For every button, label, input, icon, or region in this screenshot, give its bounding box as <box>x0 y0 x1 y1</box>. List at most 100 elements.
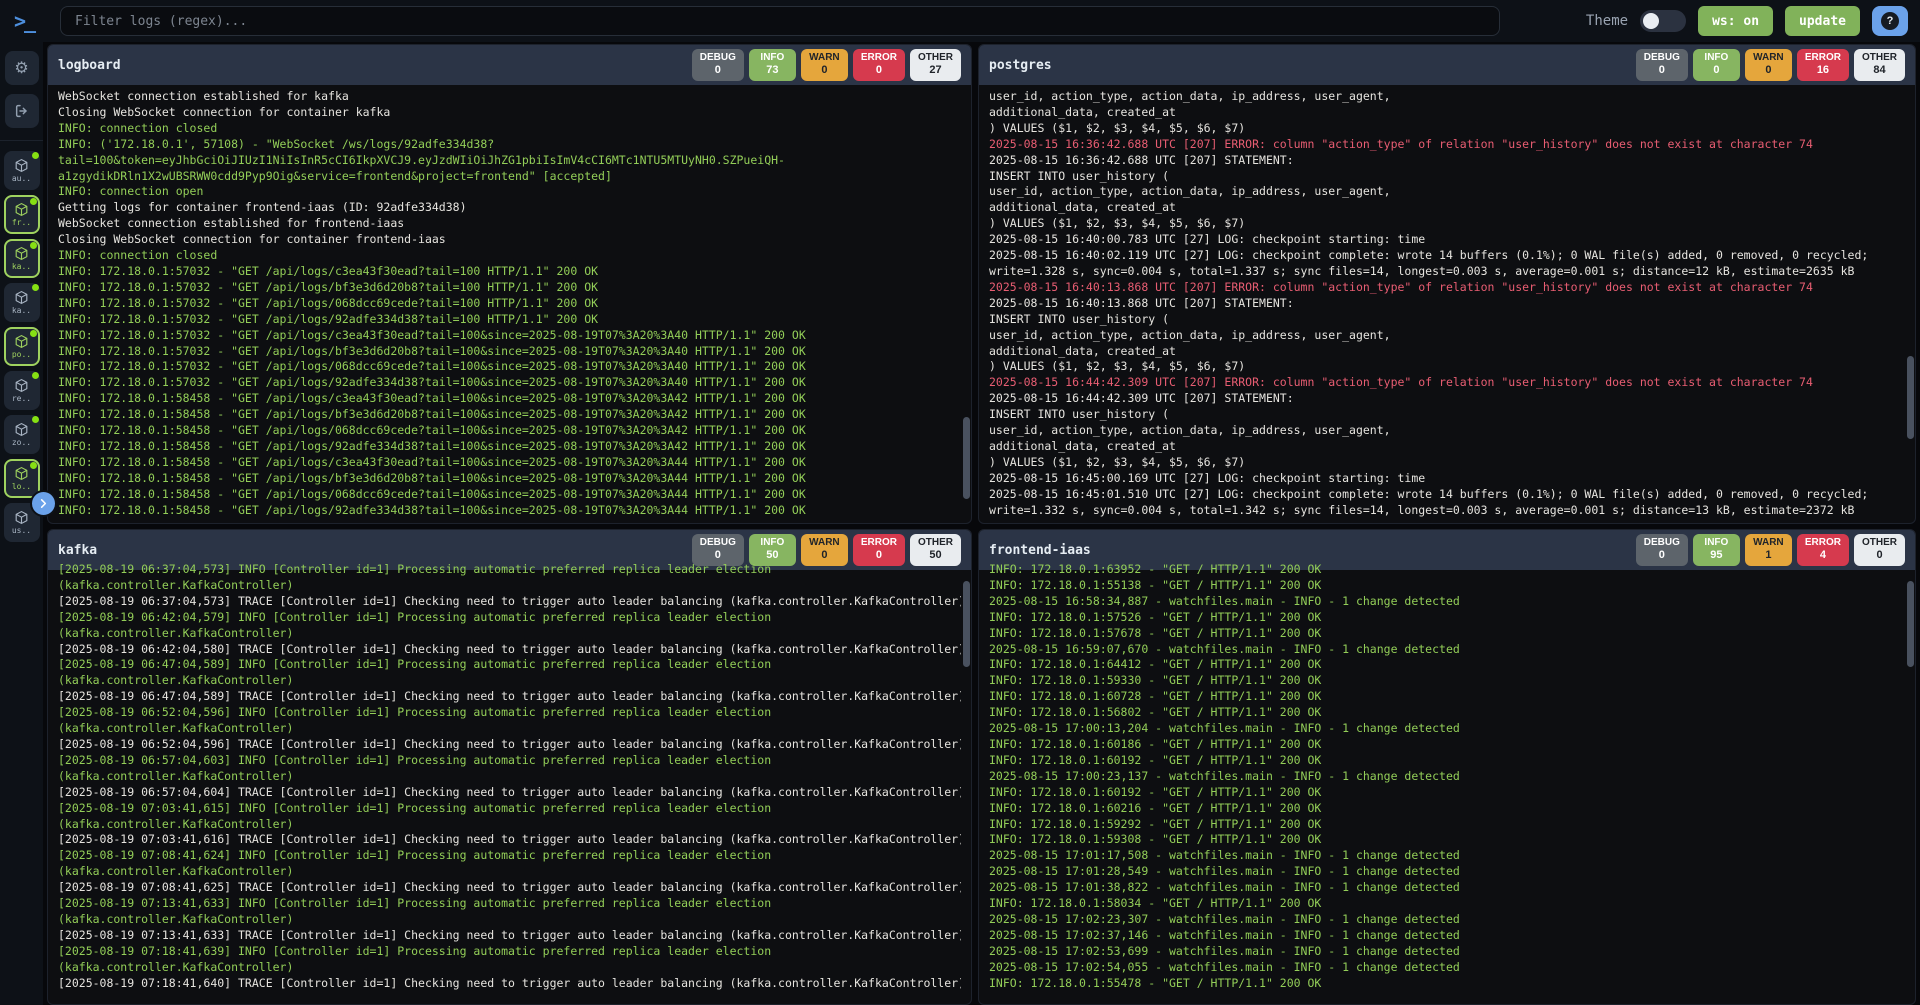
badge-label: WARN <box>809 537 840 549</box>
scrollbar-track[interactable] <box>963 87 970 521</box>
log-line: [2025-08-19 07:03:41,616] TRACE [Control… <box>58 832 961 848</box>
chevron-right-icon <box>38 498 49 509</box>
sidebar-item-label: ka.. <box>12 306 31 315</box>
log-line: INFO: 172.18.0.1:59292 - "GET / HTTP/1.1… <box>989 817 1905 833</box>
sidebar-item-zo-6[interactable]: zo.. <box>4 415 40 454</box>
status-dot <box>30 198 37 205</box>
badge-other[interactable]: OTHER 84 <box>1854 49 1905 81</box>
badge-label: ERROR <box>1805 52 1841 64</box>
log-output[interactable]: user_id, action_type, action_data, ip_ad… <box>979 85 1905 523</box>
help-button[interactable]: ? <box>1872 6 1908 36</box>
log-line: INFO: 172.18.0.1:58458 - "GET /api/logs/… <box>58 407 961 423</box>
scrollbar-thumb[interactable] <box>1907 581 1914 667</box>
badge-count: 84 <box>1862 64 1897 77</box>
container-cube-icon <box>14 422 29 437</box>
badge-count: 95 <box>1701 549 1732 562</box>
log-line: INFO: 172.18.0.1:57032 - "GET /api/logs/… <box>58 375 961 391</box>
badge-count: 27 <box>918 64 953 77</box>
sidebar-divider <box>0 140 43 141</box>
status-dot <box>32 152 39 159</box>
log-line: [2025-08-19 06:37:04,573] INFO [Controll… <box>58 562 961 578</box>
container-cube-icon <box>14 378 29 393</box>
ws-toggle-button[interactable]: ws: on <box>1698 6 1773 36</box>
log-line: ) VALUES ($1, $2, $3, $4, $5, $6, $7) <box>989 359 1905 375</box>
sidebar-item-label: po.. <box>12 350 31 359</box>
container-cube-icon <box>14 466 29 481</box>
status-dot <box>32 284 39 291</box>
panel-title: frontend-iaas <box>989 543 1091 558</box>
container-cube-icon <box>14 158 29 173</box>
badge-label: INFO <box>757 537 788 549</box>
badge-info[interactable]: INFO 0 <box>1693 49 1740 81</box>
badge-label: WARN <box>809 52 840 64</box>
scrollbar-track[interactable] <box>1907 572 1914 1002</box>
log-panel-frontend-iaas: frontend-iaas DEBUG 0 INFO 95 WARN 1 ERR… <box>978 529 1916 1005</box>
sidebar-items: au.. fr.. ka.. ka.. po.. <box>4 151 40 547</box>
filter-input[interactable] <box>60 6 1500 36</box>
log-output[interactable]: WebSocket connection established for kaf… <box>48 85 961 523</box>
log-line: write=1.328 s, sync=0.004 s, total=1.337… <box>989 264 1905 280</box>
log-line: additional_data, created_at <box>989 105 1905 121</box>
badge-count: 16 <box>1805 64 1841 77</box>
log-line: ) VALUES ($1, $2, $3, $4, $5, $6, $7) <box>989 121 1905 137</box>
log-line: INFO: 172.18.0.1:60186 - "GET / HTTP/1.1… <box>989 737 1905 753</box>
badge-label: ERROR <box>861 537 897 549</box>
scrollbar-thumb[interactable] <box>1907 356 1914 438</box>
badge-label: INFO <box>1701 537 1732 549</box>
settings-button[interactable]: ⚙ <box>5 51 39 85</box>
badge-warn[interactable]: WARN 0 <box>1745 49 1792 81</box>
badge-other[interactable]: OTHER 27 <box>910 49 961 81</box>
log-line: 2025-08-15 16:58:34,887 - watchfiles.mai… <box>989 594 1905 610</box>
badge-debug[interactable]: DEBUG 0 <box>1636 49 1688 81</box>
theme-label: Theme <box>1586 13 1628 29</box>
log-line: 2025-08-15 17:00:13,204 - watchfiles.mai… <box>989 721 1905 737</box>
badge-label: DEBUG <box>1644 537 1680 549</box>
container-cube-icon <box>14 510 29 525</box>
log-line: (kafka.controller.KafkaController) <box>58 769 961 785</box>
log-line: 2025-08-15 16:45:01.510 UTC [27] LOG: ch… <box>989 487 1905 503</box>
log-line: INFO: 172.18.0.1:58458 - "GET /api/logs/… <box>58 423 961 439</box>
sidebar-item-po-4[interactable]: po.. <box>4 327 40 366</box>
sidebar-expand-button[interactable] <box>30 490 57 517</box>
badge-info[interactable]: INFO 73 <box>749 49 796 81</box>
badge-count: 73 <box>757 64 788 77</box>
badge-warn[interactable]: WARN 0 <box>801 49 848 81</box>
badge-count: 0 <box>1644 549 1680 562</box>
log-line: (kafka.controller.KafkaController) <box>58 721 961 737</box>
sidebar-item-re-5[interactable]: re.. <box>4 371 40 410</box>
scrollbar-thumb[interactable] <box>963 581 970 667</box>
log-line: a1zgydikDRln1X2wUBSRWW0cdd9Pyp9Oig&servi… <box>58 169 961 185</box>
log-line: INSERT INTO user_history ( <box>989 312 1905 328</box>
log-line: ) VALUES ($1, $2, $3, $4, $5, $6, $7) <box>989 216 1905 232</box>
update-button[interactable]: update <box>1785 6 1860 36</box>
sidebar-item-ka-3[interactable]: ka.. <box>4 283 40 322</box>
sidebar-item-au-0[interactable]: au.. <box>4 151 40 190</box>
log-line: [2025-08-19 06:52:04,596] INFO [Controll… <box>58 705 961 721</box>
theme-toggle[interactable] <box>1640 10 1686 32</box>
log-line: 2025-08-15 16:40:13.868 UTC [207] STATEM… <box>989 296 1905 312</box>
log-line: [2025-08-19 06:57:04,604] TRACE [Control… <box>58 785 961 801</box>
log-line: 2025-08-15 16:40:02.119 UTC [27] LOG: ch… <box>989 248 1905 264</box>
log-line: INFO: 172.18.0.1:57032 - "GET /api/logs/… <box>58 344 961 360</box>
log-output[interactable]: [2025-08-19 06:37:04,573] INFO [Controll… <box>48 562 961 1004</box>
status-dot <box>30 462 37 469</box>
panel-title: postgres <box>989 58 1052 73</box>
log-line: 2025-08-15 16:59:07,670 - watchfiles.mai… <box>989 642 1905 658</box>
scrollbar-thumb[interactable] <box>963 417 970 499</box>
badge-error[interactable]: ERROR 16 <box>1797 49 1849 81</box>
scrollbar-track[interactable] <box>963 572 970 1002</box>
badge-count: 1 <box>1753 549 1784 562</box>
logout-button[interactable] <box>5 94 39 128</box>
container-cube-icon <box>14 246 29 261</box>
log-line: [2025-08-19 06:37:04,573] TRACE [Control… <box>58 594 961 610</box>
scrollbar-track[interactable] <box>1907 87 1914 521</box>
badge-label: DEBUG <box>700 537 736 549</box>
log-line: user_id, action_type, action_data, ip_ad… <box>989 89 1905 105</box>
sidebar-item-fr-1[interactable]: fr.. <box>4 195 40 234</box>
sidebar-item-label: ka.. <box>12 262 31 271</box>
log-output[interactable]: INFO: 172.18.0.1:63952 - "GET / HTTP/1.1… <box>979 562 1905 1004</box>
panel-title: kafka <box>58 543 97 558</box>
sidebar-item-ka-2[interactable]: ka.. <box>4 239 40 278</box>
badge-error[interactable]: ERROR 0 <box>853 49 905 81</box>
badge-debug[interactable]: DEBUG 0 <box>692 49 744 81</box>
